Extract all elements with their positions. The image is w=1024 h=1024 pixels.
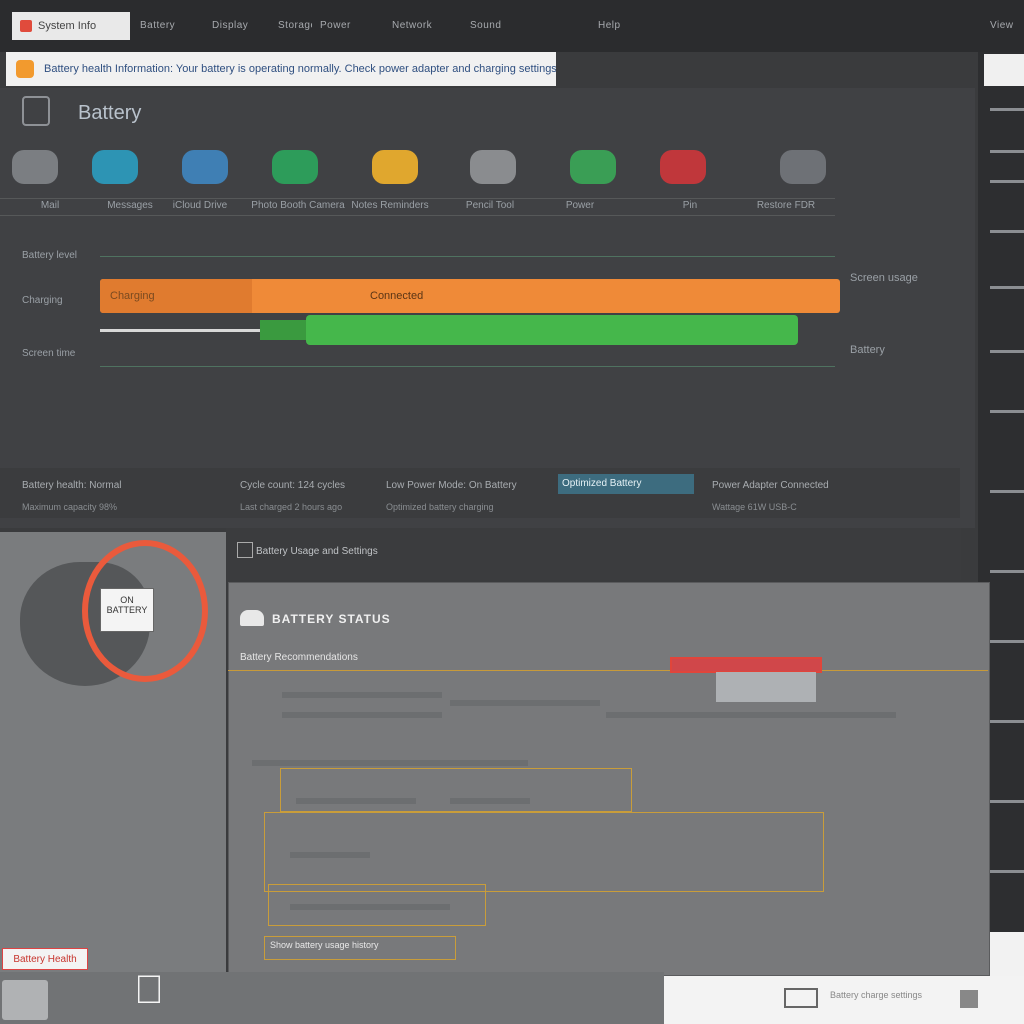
app-label: Power [565,200,595,211]
charge-settings-label: Battery charge settings [830,990,923,1000]
device-label-line1: ON [120,595,134,605]
dialog-text-row [450,798,530,804]
right-sidebar-line [990,230,1024,233]
legend-screen-usage: Screen usage [850,272,918,284]
device-label-line2: BATTERY [106,605,148,615]
app-icon[interactable] [92,150,138,184]
app-label: iCloud Drive [172,200,228,211]
battery-bar-tail [260,320,310,340]
right-sidebar-line [990,286,1024,289]
battery-icon [22,96,50,126]
right-sidebar-line [990,720,1024,723]
menu-item-help[interactable]: Help [598,20,656,32]
right-sidebar-line [990,870,1024,873]
row-label-battery-level: Battery level [22,250,78,261]
connected-label: Connected [370,290,424,302]
stat-adapter: Power Adapter Connected [712,480,829,491]
app-icon[interactable] [372,150,418,184]
grid-line [100,366,835,367]
right-sidebar-line [990,150,1024,153]
row-label-screen-time: Screen time [22,348,76,359]
stat-last-charged: Last charged 2 hours ago [240,502,343,512]
right-sidebar-line [990,180,1024,183]
stat-optimized: Optimized battery charging [386,502,494,512]
battery-health-tag[interactable]: Battery Health [2,948,88,970]
highlighted-stat-label: Optimized Battery [562,478,642,489]
app-icon[interactable] [470,150,516,184]
dialog-text-row [296,798,416,804]
notification-text: Battery health Information: Your battery… [44,63,556,75]
menu-item-storage[interactable]: Storage [278,20,312,32]
cloud-icon [240,610,264,626]
charging-bar-label: Charging [110,290,155,302]
monitor-icon[interactable] [784,988,818,1008]
right-sidebar-line [990,108,1024,111]
menu-item-view[interactable]: View [990,20,1024,32]
section-title: Battery Usage and Settings [256,546,378,557]
app-icon[interactable] [780,150,826,184]
menu-item-sound[interactable]: Sound [470,20,590,32]
stat-low-power: Low Power Mode: On Battery [386,480,517,491]
menu-item-power[interactable]: Power [320,20,380,32]
settings-box[interactable] [280,768,632,812]
right-sidebar-line [990,570,1024,573]
alert-tag[interactable] [670,657,822,673]
menu-item-display[interactable]: Display [212,20,270,32]
app-icon[interactable] [660,150,706,184]
dialog-subtitle: Battery Recommendations [240,652,358,663]
right-sidebar-line [990,490,1024,493]
right-sidebar-line [990,410,1024,413]
dialog-text-row [606,712,896,718]
app-label: Restore FDR [756,200,816,211]
row-label-charging: Charging [22,295,63,306]
dialog-field[interactable] [716,672,816,702]
dialog-text-row [290,852,370,858]
grid-line [100,256,835,257]
menu-item-network[interactable]: Network [392,20,462,32]
app-label: Photo Booth Camera [251,200,345,211]
dialog-text-row [450,700,600,706]
dialog-text-row [282,692,442,698]
apple-icon[interactable]:  [134,968,164,1013]
right-sidebar-line [990,640,1024,643]
device-label-card: ON BATTERY [100,588,154,632]
app-title-chip[interactable]: System Info [12,12,130,40]
right-bottom-panel [990,932,1024,976]
settings-icon[interactable] [960,990,978,1008]
warning-icon [16,60,34,78]
app-icon[interactable] [272,150,318,184]
stat-wattage: Wattage 61W USB-C [712,502,797,512]
stat-battery-health: Battery health: Normal [22,480,122,491]
dock [0,972,664,1024]
app-title: System Info [38,20,97,32]
app-label: Pin [682,200,698,211]
app-label: Notes Reminders [351,200,429,211]
dialog-text-row [252,760,528,766]
stat-max-capacity: Maximum capacity 98% [22,502,118,512]
dialog-text-row [282,712,442,718]
app-icon[interactable] [12,150,58,184]
finder-icon[interactable] [2,980,48,1020]
right-sidebar-line [990,350,1024,353]
section-icon [237,542,253,558]
right-tab[interactable] [984,54,1024,86]
dialog-title: BATTERY STATUS [272,612,391,626]
usage-line [100,329,260,332]
app-label: Pencil Tool [465,200,515,211]
right-sidebar-line [990,800,1024,803]
app-icon [20,20,32,32]
battery-bar[interactable] [306,315,798,345]
page-title: Battery [78,102,142,124]
usage-history-link[interactable]: Show battery usage history [270,940,379,950]
stat-cycle-count: Cycle count: 124 cycles [240,480,346,491]
legend-battery: Battery [850,344,885,356]
menu-item-battery[interactable]: Battery [140,20,210,32]
app-icon[interactable] [570,150,616,184]
dialog-divider [228,670,988,671]
app-icon[interactable] [182,150,228,184]
notification-banner[interactable]: Battery health Information: Your battery… [6,52,556,86]
dialog-text-row [290,904,450,910]
